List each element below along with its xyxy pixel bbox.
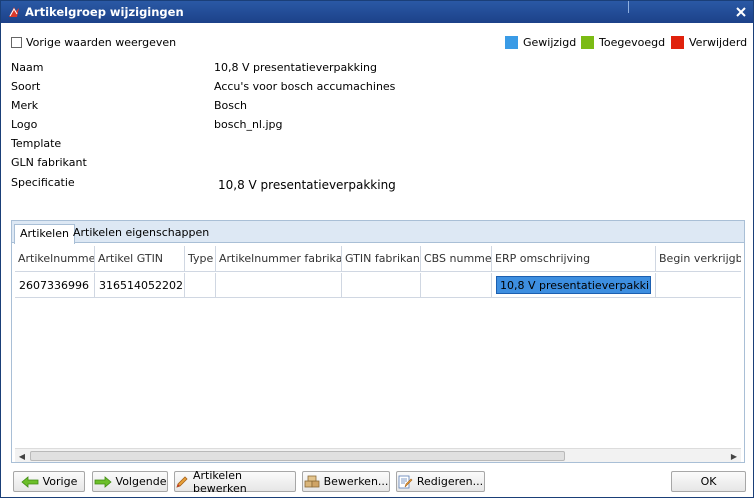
field-label-logo: Logo — [11, 118, 38, 131]
pencil-icon — [176, 475, 188, 488]
show-previous-values[interactable]: Vorige waarden weergeven — [11, 36, 176, 49]
edit-articles-button[interactable]: Artikelen bewerken — [174, 468, 296, 495]
table-cell-artikel-gtin[interactable]: 3165140522021 — [95, 273, 185, 298]
document-edit-icon — [398, 475, 413, 488]
tab-artikelen-eigenschappen[interactable]: Artikelen eigenschappen — [68, 224, 214, 243]
field-value-logo: bosch_nl.jpg — [214, 118, 283, 131]
field-label-soort: Soort — [11, 80, 41, 93]
arrow-left-icon — [21, 475, 39, 488]
scroll-right-icon[interactable]: ▶ — [728, 450, 740, 462]
boxes-icon — [304, 475, 319, 487]
edit-articles-button-label: Artikelen bewerken — [193, 468, 247, 495]
column-header-artikel-gtin[interactable]: Artikel GTIN — [95, 246, 185, 272]
dialog-window: Artikelgroep wijzigingen Vorige waarden … — [0, 0, 754, 498]
next-button[interactable]: Volgende — [92, 471, 168, 492]
close-icon — [736, 7, 746, 17]
table-cell-cbs-nummer[interactable] — [421, 273, 492, 298]
field-label-naam: Naam — [11, 61, 44, 74]
app-logo-icon — [9, 7, 19, 17]
legend-removed-swatch — [671, 36, 684, 49]
ok-button[interactable]: OK — [671, 471, 746, 492]
redact-button[interactable]: Redigeren... — [396, 471, 485, 492]
legend-added-label: Toegevoegd — [599, 36, 666, 49]
tab-artikelen[interactable]: Artikelen — [14, 224, 75, 244]
redact-button-label: Redigeren... — [416, 475, 484, 488]
table-cell-gtin-fabrikant[interactable] — [342, 273, 421, 298]
table-cell-begin-verkrijgbaar[interactable] — [656, 273, 741, 298]
field-label-gln: GLN fabrikant — [11, 156, 87, 169]
table-cell-erp-omschrijving[interactable]: 10,8 V presentatieverpakking - — [496, 276, 651, 294]
legend-changed-swatch — [505, 36, 518, 49]
next-button-label: Volgende — [115, 475, 167, 488]
articles-grid: Artikelnummer Artikel GTIN Type Artikeln… — [15, 246, 741, 446]
articles-tab-panel: Artikelen Artikelen eigenschappen Artike… — [11, 220, 745, 463]
field-value-merk: Bosch — [214, 99, 248, 112]
field-value-naam: 10,8 V presentatieverpakking — [214, 61, 377, 74]
field-label-specificatie: Specificatie — [11, 176, 75, 189]
field-value-soort: Accu's voor bosch accumachines — [214, 80, 396, 93]
horizontal-scrollbar[interactable]: ◀ ▶ — [15, 448, 741, 462]
column-header-erp-omschrijving[interactable]: ERP omschrijving — [492, 246, 656, 272]
column-header-artikelnummer[interactable]: Artikelnummer — [15, 246, 95, 272]
field-label-merk: Merk — [11, 99, 39, 112]
legend-removed: Verwijderd — [671, 36, 747, 49]
column-header-gtin-fabrikant[interactable]: GTIN fabrikant — [342, 246, 421, 272]
column-header-cbs-nummer[interactable]: CBS nummer — [421, 246, 492, 272]
scroll-left-icon[interactable]: ◀ — [16, 450, 28, 462]
edit-button-label: Bewerken... — [323, 475, 389, 488]
arrow-right-icon — [94, 475, 112, 488]
column-header-type[interactable]: Type — [185, 246, 216, 272]
ok-button-label: OK — [700, 475, 717, 488]
legend-added-swatch — [581, 36, 594, 49]
field-value-specificatie: 10,8 V presentatieverpakking — [218, 178, 396, 192]
title-marker-line — [628, 1, 629, 13]
field-label-template: Template — [11, 137, 62, 150]
window-title: Artikelgroep wijzigingen — [25, 5, 184, 19]
show-previous-values-label: Vorige waarden weergeven — [26, 36, 177, 49]
table-cell-artikelnummer-fabrikant[interactable] — [216, 273, 342, 298]
scrollbar-thumb[interactable] — [30, 451, 565, 461]
table-cell-artikelnummer[interactable]: 2607336996 — [15, 273, 95, 298]
legend-removed-label: Verwijderd — [689, 36, 748, 49]
table-cell-type[interactable] — [185, 273, 216, 298]
column-header-begin-verkrijgbaar[interactable]: Begin verkrijgbaar — [656, 246, 741, 272]
legend-added: Toegevoegd — [581, 36, 665, 49]
title-bar[interactable]: Artikelgroep wijzigingen — [1, 1, 753, 23]
column-header-artikelnummer-fabrikant[interactable]: Artikelnummer fabrikant — [216, 246, 342, 272]
legend-changed: Gewijzigd — [505, 36, 576, 49]
edit-button[interactable]: Bewerken... — [302, 471, 390, 492]
tab-strip: Artikelen Artikelen eigenschappen — [12, 221, 744, 244]
previous-button-label: Vorige — [42, 475, 78, 488]
show-previous-values-checkbox[interactable] — [11, 37, 22, 48]
close-button[interactable] — [733, 4, 749, 20]
previous-button[interactable]: Vorige — [13, 471, 85, 492]
legend-changed-label: Gewijzigd — [523, 36, 577, 49]
